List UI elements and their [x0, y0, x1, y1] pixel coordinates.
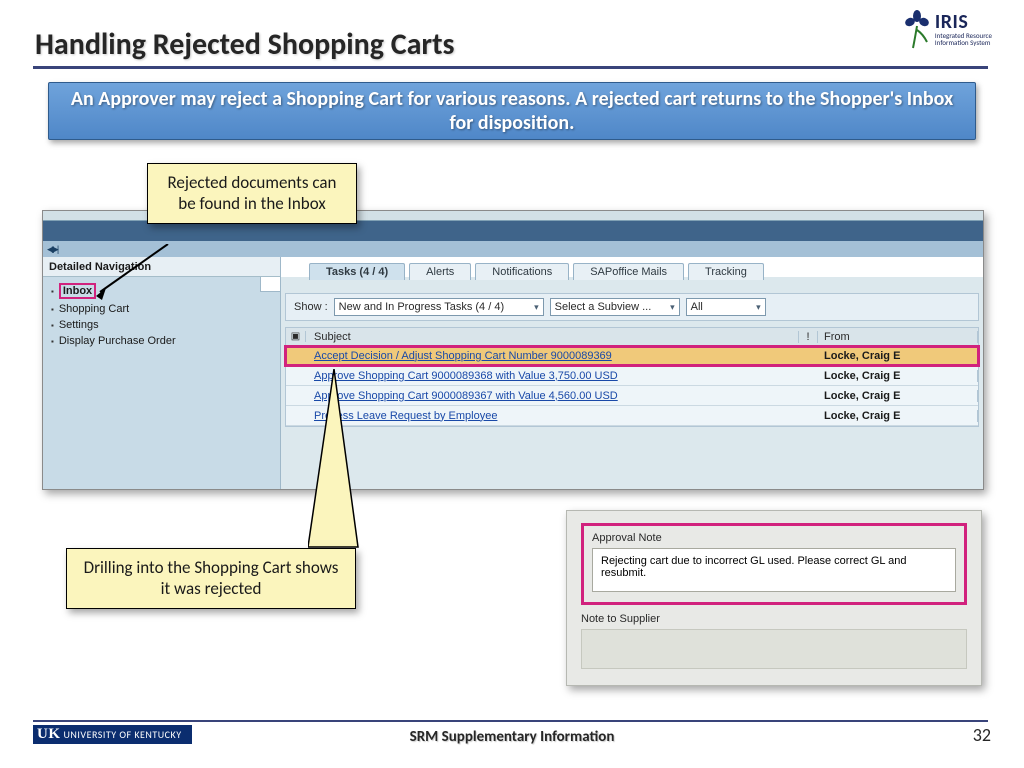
show-label: Show :	[294, 301, 328, 313]
show-tasks-dropdown[interactable]: New and In Progress Tasks (4 / 4)	[334, 298, 544, 316]
callout-inbox: Rejected documents can be found in the I…	[147, 163, 357, 224]
sap-tabbar: Tasks (4 / 4) Alerts Notifications SAPof…	[309, 263, 764, 280]
detailed-navigation-header: Detailed Navigation	[43, 257, 280, 277]
title-underline	[33, 66, 988, 69]
nav-item-settings[interactable]: Settings	[47, 317, 280, 333]
nav-item-inbox[interactable]: Inbox	[47, 281, 280, 301]
note-to-supplier-label: Note to Supplier	[581, 613, 967, 625]
iris-logo-text: IRIS	[935, 12, 992, 32]
approval-note-label: Approval Note	[592, 532, 956, 544]
sap-inbox-panel: ◀▶| Detailed Navigation Inbox Shopping C…	[42, 210, 984, 490]
task-row[interactable]: Process Leave Request by Employee Locke,…	[286, 406, 978, 426]
iris-logo: IRIS Integrated Resource Information Sys…	[903, 8, 992, 50]
task-row[interactable]: Accept Decision / Adjust Shopping Cart N…	[286, 346, 978, 366]
approval-note-text: Rejecting cart due to incorrect GL used.…	[592, 548, 956, 592]
grid-priority-header[interactable]: !	[798, 331, 818, 343]
task-subject-link[interactable]: Accept Decision / Adjust Shopping Cart N…	[314, 350, 612, 362]
note-to-supplier-box	[581, 629, 967, 669]
show-filter-row: Show : New and In Progress Tasks (4 / 4)…	[285, 293, 979, 321]
task-from: Locke, Craig E	[818, 410, 978, 422]
task-from: Locke, Craig E	[818, 350, 978, 362]
info-banner: An Approver may reject a Shopping Cart f…	[48, 82, 976, 140]
sap-left-nav: Detailed Navigation Inbox Shopping Cart …	[43, 257, 281, 489]
tab-notifications[interactable]: Notifications	[475, 263, 569, 280]
footer-title: SRM Supplementary Information	[0, 728, 1024, 746]
tab-tracking[interactable]: Tracking	[688, 263, 764, 280]
sap-work-area: Tasks (4 / 4) Alerts Notifications SAPof…	[281, 257, 983, 489]
approval-note-panel: Approval Note Rejecting cart due to inco…	[566, 510, 982, 686]
tab-tasks[interactable]: Tasks (4 / 4)	[309, 263, 405, 280]
grid-select-header-icon[interactable]: ▣	[286, 331, 306, 342]
sap-nav-arrows-icon[interactable]: ◀▶|	[47, 244, 57, 255]
tab-alerts[interactable]: Alerts	[409, 263, 471, 280]
tasks-grid: ▣ Subject ! From Accept Decision / Adjus…	[285, 327, 979, 427]
task-subject-link[interactable]: Process Leave Request by Employee	[314, 410, 497, 422]
tab-sapoffice-mails[interactable]: SAPoffice Mails	[573, 263, 684, 280]
footer-line	[33, 720, 988, 722]
approval-note-highlight: Approval Note Rejecting cart due to inco…	[581, 523, 967, 605]
task-row[interactable]: Approve Shopping Cart 9000089367 with Va…	[286, 386, 978, 406]
grid-from-header[interactable]: From	[818, 331, 978, 343]
nav-item-shopping-cart[interactable]: Shopping Cart	[47, 301, 280, 317]
task-row[interactable]: Approve Shopping Cart 9000089368 with Va…	[286, 366, 978, 386]
page-number: 32	[973, 724, 991, 746]
info-banner-text: An Approver may reject a Shopping Cart f…	[69, 87, 955, 135]
grid-subject-header[interactable]: Subject	[306, 331, 798, 343]
subview-dropdown[interactable]: Select a Subview ...	[550, 298, 680, 316]
all-dropdown[interactable]: All	[686, 298, 766, 316]
iris-flower-icon	[903, 8, 931, 50]
task-subject-link[interactable]: Approve Shopping Cart 9000089368 with Va…	[314, 370, 618, 382]
grid-header: ▣ Subject ! From	[286, 328, 978, 346]
task-from: Locke, Craig E	[818, 370, 978, 382]
nav-item-display-po[interactable]: Display Purchase Order	[47, 333, 280, 349]
iris-logo-sub2: Information System	[935, 39, 992, 46]
nav-inbox-highlight: Inbox	[59, 283, 96, 299]
slide-title: Handling Rejected Shopping Carts	[35, 26, 454, 63]
task-from: Locke, Craig E	[818, 390, 978, 402]
callout-drilldown: Drilling into the Shopping Cart shows it…	[66, 548, 356, 609]
task-subject-link[interactable]: Approve Shopping Cart 9000089367 with Va…	[314, 390, 618, 402]
